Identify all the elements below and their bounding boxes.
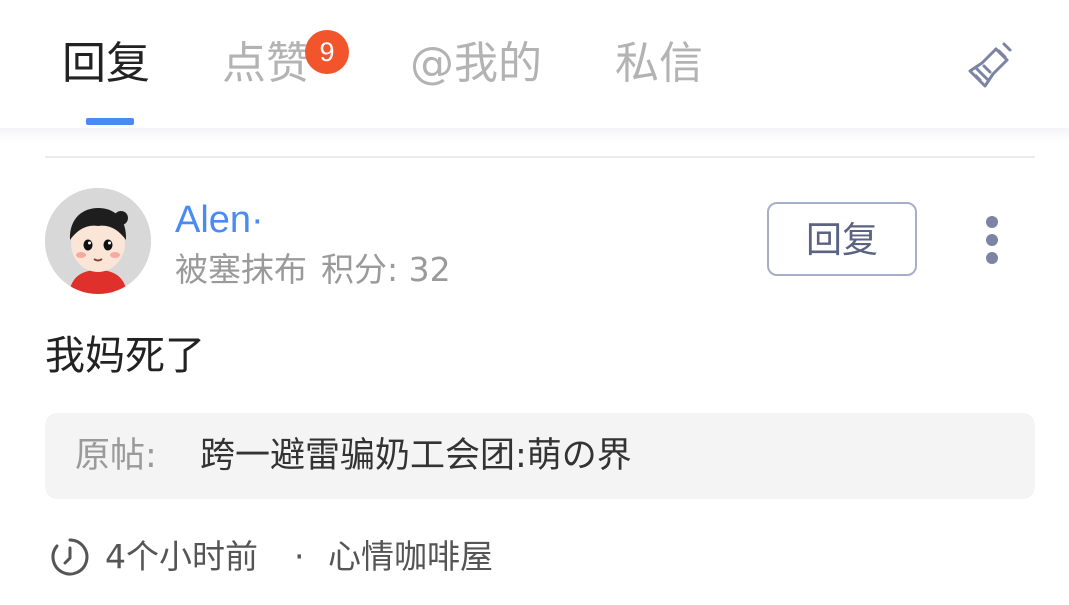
message-content: 我妈死了: [45, 333, 205, 379]
tab-bar: 回复 点赞 9 @我的 私信: [0, 0, 1069, 128]
footer-separator: ·: [294, 537, 305, 576]
clock-icon: [49, 536, 91, 578]
divider: [45, 156, 1035, 158]
user-points: 积分: 32: [321, 250, 451, 289]
tab-messages[interactable]: 私信: [615, 34, 703, 94]
likes-badge: 9: [305, 30, 349, 74]
user-title: 被塞抹布: [175, 250, 307, 289]
tab-likes[interactable]: 点赞: [222, 34, 310, 94]
header-shadow: [0, 128, 1069, 142]
origin-title: 跨一避雷骗奶工会团:萌の界: [200, 436, 632, 476]
forum-name[interactable]: 心情咖啡屋: [328, 532, 493, 582]
more-vertical-icon[interactable]: [972, 210, 1012, 270]
username[interactable]: Alen·: [175, 196, 264, 244]
broom-icon[interactable]: [964, 38, 1018, 92]
reply-button[interactable]: 回复: [767, 202, 917, 276]
tab-mentions[interactable]: @我的: [410, 34, 542, 94]
user-meta: 被塞抹布 积分: 32: [175, 248, 451, 292]
active-tab-indicator: [86, 118, 134, 125]
avatar[interactable]: [45, 188, 151, 294]
tab-replies[interactable]: 回复: [62, 34, 150, 94]
origin-label: 原帖:: [75, 436, 157, 476]
origin-post-link[interactable]: 原帖: 跨一避雷骗奶工会团:萌の界: [45, 413, 1035, 499]
timestamp: 4个小时前: [105, 537, 258, 576]
